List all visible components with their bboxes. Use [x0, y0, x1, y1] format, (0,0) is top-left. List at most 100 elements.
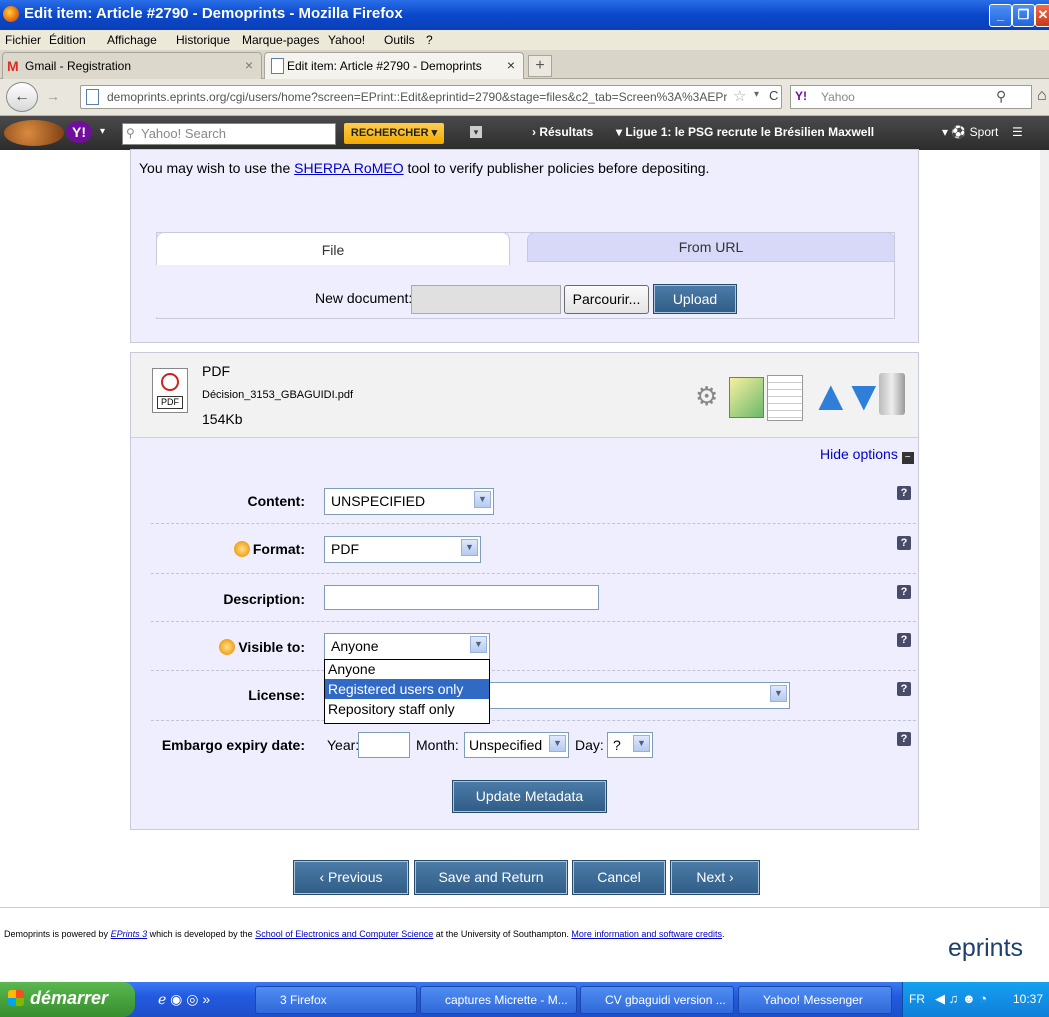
reload-icon[interactable]: C — [769, 88, 778, 103]
visible-to-select[interactable]: Anyone ▼ — [324, 633, 490, 660]
sport-button[interactable]: ▾ ⚽ Sport — [942, 125, 998, 139]
bookmark-star-icon[interactable]: ☆ — [733, 87, 746, 105]
document-text-icon[interactable] — [767, 375, 803, 421]
day-select[interactable]: ? ▼ — [607, 732, 653, 758]
close-tab-icon[interactable]: × — [245, 57, 253, 73]
tab-file-label: File — [321, 242, 345, 258]
tab-file[interactable]: File — [156, 232, 510, 267]
delete-trash-icon[interactable] — [879, 373, 905, 415]
list-icon[interactable]: ☰ — [1012, 125, 1023, 139]
year-input[interactable] — [358, 732, 410, 758]
help-icon[interactable]: ? — [897, 536, 911, 550]
dropdown-icon[interactable]: ▾ — [100, 126, 105, 137]
divider — [151, 720, 916, 721]
menu-item-affichage[interactable]: Affichage — [107, 33, 157, 47]
sherpa-romeo-link[interactable]: SHERPA RoMEO — [294, 160, 403, 176]
help-icon[interactable]: ? — [897, 633, 911, 647]
upload-panel: You may wish to use the SHERPA RoMEO too… — [130, 149, 919, 343]
month-select[interactable]: Unspecified ▼ — [464, 732, 569, 758]
description-label: Description: — [223, 591, 305, 607]
option-anyone[interactable]: Anyone — [325, 660, 489, 679]
menu-item-historique[interactable]: Historique — [176, 33, 230, 47]
task-captures[interactable]: captures Micrette - M... — [420, 986, 577, 1014]
task-firefox[interactable]: 3 Firefox — [255, 986, 417, 1014]
menu-item-marque-pages[interactable]: Marque-pages — [242, 33, 319, 47]
news-text: Ligue 1: le PSG recrute le Brésilien Max… — [625, 125, 875, 139]
content-select[interactable]: UNSPECIFIED ▼ — [324, 488, 494, 515]
tab-label: Edit item: Article #2790 - Demoprints — [287, 59, 482, 73]
upload-button[interactable]: Upload — [653, 284, 737, 314]
next-button[interactable]: Next › — [670, 860, 760, 895]
window-title: Edit item: Article #2790 - Demoprints - … — [24, 5, 403, 22]
home-icon[interactable]: ⌂ — [1037, 87, 1047, 105]
save-and-return-button[interactable]: Save and Return — [414, 860, 568, 895]
results-button[interactable]: › Résultats — [532, 125, 593, 139]
quick-launch-icons[interactable]: ℯ ◉ ◎ » — [158, 991, 210, 1008]
forward-button[interactable]: → — [46, 88, 60, 104]
divider — [151, 523, 916, 524]
new-document-input[interactable] — [411, 285, 561, 314]
yahoo-search-input[interactable]: ⚲ Yahoo! Search — [122, 123, 336, 145]
help-icon[interactable]: ? — [897, 682, 911, 696]
document-convert-icon[interactable] — [729, 377, 764, 418]
tab-label: Gmail - Registration — [25, 59, 132, 73]
task-yahoo-messenger[interactable]: Yahoo! Messenger — [738, 986, 892, 1014]
settings-gears-icon[interactable]: ⚙ — [695, 376, 725, 416]
news-ticker[interactable]: ▾ Ligue 1: le PSG recrute le Brésilien M… — [616, 125, 874, 139]
menu-item-outils[interactable]: Outils — [384, 33, 415, 47]
help-icon[interactable]: ? — [897, 732, 911, 746]
format-select[interactable]: PDF ▼ — [324, 536, 481, 563]
minimize-button[interactable]: _ — [989, 4, 1012, 27]
tab-gmail[interactable]: M Gmail - Registration × — [2, 52, 262, 79]
dropdown-icon[interactable]: ▾ — [470, 126, 482, 138]
back-button[interactable]: ← — [6, 82, 38, 112]
close-tab-icon[interactable]: × — [507, 57, 515, 73]
document-filename[interactable]: Décision_3153_GBAGUIDI.pdf — [202, 389, 353, 401]
eprints-logo[interactable]: eprints — [948, 934, 1023, 963]
tab-edit-item[interactable]: Edit item: Article #2790 - Demoprints × — [264, 52, 524, 79]
document-type: PDF — [202, 363, 230, 379]
move-down-icon[interactable]: ▼ — [843, 373, 885, 419]
menu-item-help[interactable]: ? — [426, 33, 433, 47]
move-up-icon[interactable]: ▲ — [810, 373, 852, 419]
menu-item-edition[interactable]: Édition — [49, 33, 86, 47]
required-star-icon — [233, 541, 250, 557]
description-input[interactable] — [324, 585, 599, 610]
browse-button[interactable]: Parcourir... — [564, 285, 649, 314]
maximize-button[interactable]: ❐ — [1012, 4, 1035, 27]
search-icon[interactable]: ⚲ — [996, 88, 1006, 105]
firefox-icon — [3, 6, 19, 22]
language-indicator[interactable]: FR — [909, 992, 925, 1006]
footer-text-3: at the University of Southampton. — [435, 929, 569, 939]
address-bar[interactable]: demoprints.eprints.org/cgi/users/home?sc… — [80, 85, 782, 109]
option-repository-staff[interactable]: Repository staff only — [325, 699, 489, 719]
help-icon[interactable]: ? — [897, 585, 911, 599]
rechercher-button[interactable]: RECHERCHER ▾ — [344, 123, 444, 144]
close-button[interactable]: ✕ — [1035, 4, 1049, 27]
search-box[interactable]: Y! Yahoo ⚲ — [790, 85, 1032, 109]
previous-button[interactable]: ‹ Previous — [293, 860, 409, 895]
update-metadata-button[interactable]: Update Metadata — [452, 780, 607, 813]
cancel-button[interactable]: Cancel — [572, 860, 666, 895]
scrollbar[interactable] — [1040, 150, 1049, 907]
new-tab-button[interactable]: + — [528, 55, 552, 77]
eprints3-link[interactable]: EPrints 3 — [111, 929, 148, 939]
option-registered-users[interactable]: Registered users only — [325, 679, 489, 699]
start-button[interactable]: démarrer — [0, 982, 135, 1017]
tray-icons[interactable]: ◀ ♫ ☻ ◔ — [935, 991, 987, 1007]
content-value: UNSPECIFIED — [331, 493, 426, 509]
football-icon — [4, 120, 64, 146]
task-cv[interactable]: CV gbaguidi version ... — [580, 986, 734, 1014]
menu-item-fichier[interactable]: Fichier — [5, 33, 41, 47]
dropdown-icon[interactable]: ▾ — [754, 89, 759, 100]
sherpa-prefix: You may wish to use the — [139, 160, 291, 176]
more-info-link[interactable]: More information and software credits — [571, 929, 722, 939]
help-icon[interactable]: ? — [897, 486, 911, 500]
menu-item-yahoo[interactable]: Yahoo! — [328, 33, 365, 47]
button-label: RECHERCHER — [350, 127, 429, 139]
footer-text-2: which is developed by the — [149, 929, 253, 939]
hide-options-link[interactable]: Hide options − — [820, 446, 914, 464]
ecs-link[interactable]: School of Electronics and Computer Scien… — [255, 929, 433, 939]
tab-from-url[interactable]: From URL — [527, 232, 895, 262]
yahoo-logo-icon[interactable]: Y! — [66, 121, 92, 143]
